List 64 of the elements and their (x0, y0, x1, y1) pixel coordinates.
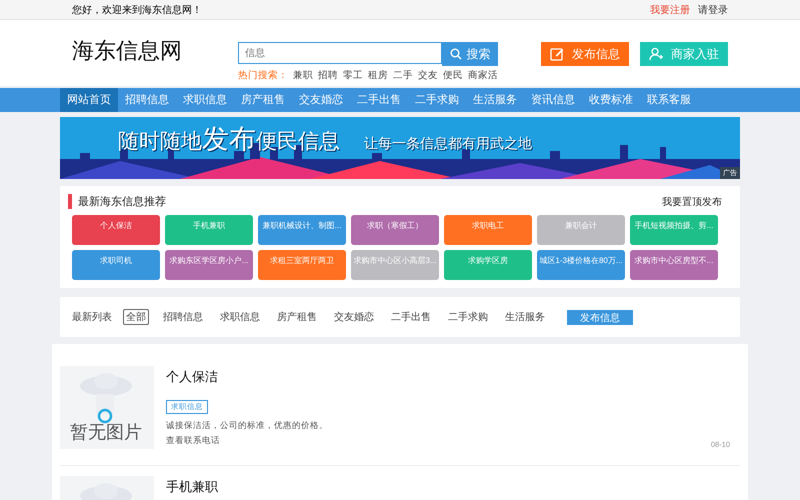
post-button[interactable]: 发布信息 (541, 42, 629, 66)
top-link[interactable]: 请登录 (698, 4, 728, 16)
nav-item[interactable]: 网站首页 (60, 88, 118, 112)
nav-item[interactable]: 资讯信息 (524, 88, 582, 112)
recommend-tile[interactable]: 求购东区学区房小户... (165, 250, 253, 280)
nav-item[interactable]: 招聘信息 (118, 88, 176, 112)
hot-search-link[interactable]: 兼职 (293, 69, 313, 82)
recommend-tile[interactable]: 求职司机 (72, 250, 160, 280)
filter-option[interactable]: 全部 (123, 309, 149, 325)
filter-label: 最新列表 (72, 310, 112, 324)
pin-post-link[interactable]: 我要置顶发布 (662, 194, 722, 208)
listing-title[interactable]: 手机兼职 (166, 478, 740, 496)
nav-item[interactable]: 二手出售 (350, 88, 408, 112)
search-field[interactable]: 信息 (238, 42, 442, 64)
user-add-icon (649, 47, 663, 61)
recommend-tile[interactable]: 手机兼职 (165, 215, 253, 245)
contact-link[interactable]: 查看联系电话 (166, 435, 220, 447)
hot-search-link[interactable]: 招聘 (318, 69, 338, 82)
filter-option[interactable]: 求职信息 (217, 309, 263, 325)
filter-option[interactable]: 招聘信息 (160, 309, 206, 325)
search-button[interactable]: 搜索 (442, 42, 498, 66)
recommend-tile[interactable]: 兼职会计 (537, 215, 625, 245)
top-link[interactable]: 我要注册 (650, 4, 690, 16)
nav-item[interactable]: 求职信息 (176, 88, 234, 112)
nav-item[interactable]: 交友婚恋 (292, 88, 350, 112)
hot-search-link[interactable]: 租房 (368, 69, 388, 82)
filter-option[interactable]: 房产租售 (274, 309, 320, 325)
banner-headline: 随时随地发布便民信息 (118, 123, 340, 156)
post-button[interactable]: 发布信息 (567, 310, 633, 324)
listing-title[interactable]: 个人保洁 (166, 368, 740, 386)
hot-search-link[interactable]: 交友 (418, 69, 438, 82)
nav-item[interactable]: 联系客服 (640, 88, 698, 112)
welcome-text: 您好，欢迎来到海东信息网！ (72, 4, 202, 16)
listing-description: 诚接保洁活，公司的标准，优惠的价格。 (166, 420, 329, 432)
section-title: 最新海东信息推荐 (68, 194, 166, 209)
recommend-tile[interactable]: 求租三室两厅两卫 (258, 250, 346, 280)
nav-item[interactable]: 房产租售 (234, 88, 292, 112)
recommend-tile[interactable]: 个人保洁 (72, 215, 160, 245)
edit-icon (550, 47, 564, 61)
nav-item[interactable]: 二手求购 (408, 88, 466, 112)
site-logo[interactable]: 海东信息网 (72, 36, 238, 66)
recommend-tile[interactable]: 城区1-3楼价格在80万... (537, 250, 625, 280)
recommend-tile[interactable]: 兼职机械设计、制图... (258, 215, 346, 245)
hot-search-link[interactable]: 二手 (393, 69, 413, 82)
hot-search-link[interactable]: 零工 (343, 69, 363, 82)
hot-search-label: 热门搜索： (238, 69, 288, 82)
nav-item[interactable]: 收费标准 (582, 88, 640, 112)
search-icon (450, 48, 462, 60)
nav-item[interactable]: 生活服务 (466, 88, 524, 112)
banner-slogan: 让每一条信息都有用武之地 (364, 135, 532, 153)
recommend-tile[interactable]: 求购学区房 (444, 250, 532, 280)
recommend-tile[interactable]: 求购市中心区小高层3... (351, 250, 439, 280)
hot-search-link[interactable]: 商家活 (468, 69, 498, 82)
filter-option[interactable]: 二手求购 (445, 309, 491, 325)
filter-option[interactable]: 二手出售 (388, 309, 434, 325)
merchant-button[interactable]: 商家入驻 (640, 42, 728, 66)
recommend-tile[interactable]: 求职电工 (444, 215, 532, 245)
no-image-text: 暂无图片 (70, 421, 142, 444)
recommend-tile[interactable]: 求购市中心区房型不... (630, 250, 718, 280)
recommend-tile[interactable]: 求职（寒假工） (351, 215, 439, 245)
recommend-tile[interactable]: 手机短视频拍摄、剪... (630, 215, 718, 245)
hot-search-link[interactable]: 便民 (443, 69, 463, 82)
filter-option[interactable]: 交友婚恋 (331, 309, 377, 325)
filter-option[interactable]: 生活服务 (502, 309, 548, 325)
